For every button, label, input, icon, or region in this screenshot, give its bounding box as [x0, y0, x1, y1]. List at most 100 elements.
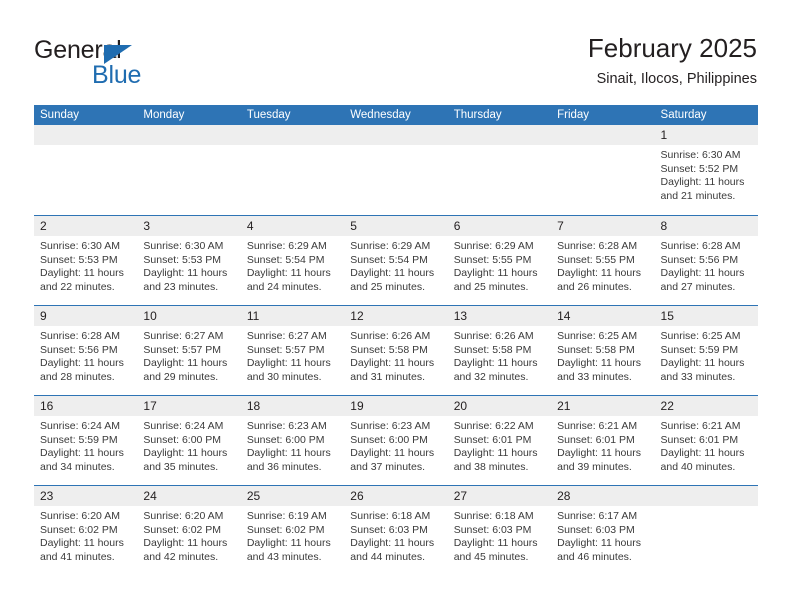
day-cell[interactable]: 25 Sunrise: 6:19 AM Sunset: 6:02 PM Dayligh…	[240, 486, 345, 575]
day-details: Sunrise: 6:18 AM Sunset: 6:03 PM Daylight:…	[448, 506, 551, 564]
sunset-text: Sunset: 5:58 PM	[453, 343, 532, 356]
daylight-text: Daylight: 11 hours and 44 minutes.	[350, 537, 435, 563]
day-cell[interactable]: 4 Sunrise: 6:29 AM Sunset: 5:54 PM Daylight…	[240, 216, 345, 305]
day-cell[interactable]: 20 Sunrise: 6:22 AM Sunset: 6:01 PM Dayligh…	[447, 396, 552, 485]
sunset-text: Sunset: 5:59 PM	[40, 433, 118, 446]
day-number: 10	[137, 306, 241, 326]
day-details: Sunrise: 6:25 AM Sunset: 5:58 PM Daylight:…	[551, 326, 654, 384]
day-details: Sunrise: 6:18 AM Sunset: 6:03 PM Daylight:…	[344, 506, 447, 564]
day-cell[interactable]: 26 Sunrise: 6:18 AM Sunset: 6:03 PM Dayligh…	[344, 486, 448, 575]
sunset-text: Sunset: 6:01 PM	[453, 433, 532, 446]
daylight-text: Daylight: 11 hours and 32 minutes.	[453, 357, 538, 383]
day-number: 19	[344, 396, 448, 416]
day-number: 24	[137, 486, 241, 506]
day-number: 17	[137, 396, 241, 416]
day-details: Sunrise: 6:30 AM Sunset: 5:53 PM Daylight:…	[137, 236, 240, 294]
day-number: 11	[240, 306, 345, 326]
sunrise-text: Sunrise: 6:26 AM	[453, 330, 534, 342]
day-number	[654, 486, 758, 506]
daylight-text: Daylight: 11 hours and 29 minutes.	[143, 357, 228, 383]
day-cell[interactable]: 21 Sunrise: 6:21 AM Sunset: 6:01 PM Dayligh…	[551, 396, 655, 485]
day-details: Sunrise: 6:29 AM Sunset: 5:54 PM Daylight:…	[344, 236, 447, 294]
day-cell[interactable]: 8 Sunrise: 6:28 AM Sunset: 5:56 PM Daylight…	[654, 216, 758, 305]
day-number: 5	[344, 216, 448, 236]
day-cell[interactable]: 22 Sunrise: 6:21 AM Sunset: 6:01 PM Dayligh…	[654, 396, 758, 485]
day-details: Sunrise: 6:17 AM Sunset: 6:03 PM Daylight:…	[551, 506, 654, 564]
day-number: 1	[654, 125, 758, 145]
day-cell[interactable]: 10 Sunrise: 6:27 AM Sunset: 5:57 PM Dayligh…	[137, 306, 241, 395]
day-details: Sunrise: 6:24 AM Sunset: 6:00 PM Daylight:…	[137, 416, 240, 474]
day-cell[interactable]: 12 Sunrise: 6:26 AM Sunset: 5:58 PM Dayligh…	[344, 306, 448, 395]
sunset-text: Sunset: 5:59 PM	[660, 343, 739, 356]
day-number: 12	[344, 306, 448, 326]
day-cell[interactable]: 6 Sunrise: 6:29 AM Sunset: 5:55 PM Daylight…	[447, 216, 552, 305]
day-cell[interactable]: 9 Sunrise: 6:28 AM Sunset: 5:56 PM Daylight…	[34, 306, 138, 395]
calendar-grid: Sunday Monday Tuesday Wednesday Thursday Frid…	[34, 105, 758, 575]
day-number: 20	[447, 396, 552, 416]
sunset-text: Sunset: 5:55 PM	[557, 253, 635, 266]
daylight-text: Daylight: 11 hours and 22 minutes.	[40, 267, 124, 293]
weekday-header-wednesday: Wednesday	[350, 109, 411, 121]
day-cell[interactable]: 17 Sunrise: 6:24 AM Sunset: 6:00 PM Dayligh…	[137, 396, 241, 485]
day-cell[interactable]: 28 Sunrise: 6:17 AM Sunset: 6:03 PM Dayligh…	[551, 486, 655, 575]
daylight-text: Daylight: 11 hours and 45 minutes.	[453, 537, 538, 563]
day-details: Sunrise: 6:20 AM Sunset: 6:02 PM Daylight:…	[34, 506, 137, 564]
sunrise-text: Sunrise: 6:20 AM	[143, 510, 224, 522]
daylight-text: Daylight: 11 hours and 35 minutes.	[143, 447, 228, 473]
day-details: Sunrise: 6:23 AM Sunset: 6:00 PM Daylight:…	[241, 416, 344, 474]
daylight-text: Daylight: 11 hours and 26 minutes.	[557, 267, 641, 293]
day-details: Sunrise: 6:26 AM Sunset: 5:58 PM Daylight:…	[448, 326, 551, 384]
sunset-text: Sunset: 6:00 PM	[143, 433, 222, 446]
day-cell[interactable]: 7 Sunrise: 6:28 AM Sunset: 5:55 PM Daylight…	[551, 216, 655, 305]
day-details: Sunrise: 6:25 AM Sunset: 5:59 PM Daylight:…	[655, 326, 758, 384]
day-cell[interactable]: 1 Sunrise: 6:30 AM Sunset: 5:52 PM Daylight…	[654, 125, 758, 215]
day-cell[interactable]: 11 Sunrise: 6:27 AM Sunset: 5:57 PM Dayligh…	[240, 306, 345, 395]
day-cell-empty	[654, 486, 758, 575]
sunset-text: Sunset: 5:57 PM	[143, 343, 222, 356]
sunrise-text: Sunrise: 6:21 AM	[660, 420, 741, 432]
daylight-text: Daylight: 11 hours and 39 minutes.	[557, 447, 641, 473]
daylight-text: Daylight: 11 hours and 46 minutes.	[557, 537, 641, 563]
day-number: 27	[447, 486, 552, 506]
daylight-text: Daylight: 11 hours and 24 minutes.	[246, 267, 331, 293]
sunset-text: Sunset: 6:02 PM	[40, 523, 118, 536]
day-cell[interactable]: 14 Sunrise: 6:25 AM Sunset: 5:58 PM Dayligh…	[551, 306, 655, 395]
day-details: Sunrise: 6:26 AM Sunset: 5:58 PM Daylight:…	[344, 326, 447, 384]
weekday-header-tuesday: Tuesday	[246, 109, 291, 121]
day-cell[interactable]: 15 Sunrise: 6:25 AM Sunset: 5:59 PM Dayligh…	[654, 306, 758, 395]
day-number: 7	[551, 216, 655, 236]
day-cell[interactable]: 23 Sunrise: 6:20 AM Sunset: 6:02 PM Dayligh…	[34, 486, 138, 575]
sunrise-text: Sunrise: 6:28 AM	[40, 330, 120, 342]
day-cell[interactable]: 3 Sunrise: 6:30 AM Sunset: 5:53 PM Daylight…	[137, 216, 241, 305]
day-details: Sunrise: 6:21 AM Sunset: 6:01 PM Daylight:…	[551, 416, 654, 474]
daylight-text: Daylight: 11 hours and 36 minutes.	[246, 447, 331, 473]
day-cell[interactable]: 18 Sunrise: 6:23 AM Sunset: 6:00 PM Dayligh…	[240, 396, 345, 485]
sunset-text: Sunset: 5:53 PM	[143, 253, 222, 266]
sunset-text: Sunset: 6:00 PM	[246, 433, 325, 446]
day-details: Sunrise: 6:30 AM Sunset: 5:52 PM Daylight:…	[655, 145, 758, 203]
sunset-text: Sunset: 5:56 PM	[660, 253, 739, 266]
weekday-header-friday: Friday	[557, 109, 590, 121]
day-number: 4	[240, 216, 345, 236]
day-number: 18	[240, 396, 345, 416]
day-cell[interactable]: 19 Sunrise: 6:23 AM Sunset: 6:00 PM Dayligh…	[344, 396, 448, 485]
day-cell[interactable]: 24 Sunrise: 6:20 AM Sunset: 6:02 PM Dayligh…	[137, 486, 241, 575]
day-cell[interactable]: 27 Sunrise: 6:18 AM Sunset: 6:03 PM Dayligh…	[447, 486, 552, 575]
page-subtitle: Sinait, Ilocos, Philippines	[596, 71, 757, 87]
day-cell[interactable]: 5 Sunrise: 6:29 AM Sunset: 5:54 PM Daylight…	[344, 216, 448, 305]
daylight-text: Daylight: 11 hours and 33 minutes.	[660, 357, 745, 383]
day-cell[interactable]: 13 Sunrise: 6:26 AM Sunset: 5:58 PM Dayligh…	[447, 306, 552, 395]
daylight-text: Daylight: 11 hours and 27 minutes.	[660, 267, 745, 293]
brand-name-blue: Blue	[92, 61, 142, 89]
day-cell-empty	[551, 125, 655, 215]
page-title: February 2025	[587, 33, 757, 63]
sunset-text: Sunset: 5:54 PM	[350, 253, 428, 266]
sunset-text: Sunset: 5:52 PM	[660, 162, 739, 175]
calendar-week-row: 2 Sunrise: 6:30 AM Sunset: 5:53 PM Daylight…	[34, 215, 758, 305]
day-cell[interactable]: 16 Sunrise: 6:24 AM Sunset: 5:59 PM Dayligh…	[34, 396, 138, 485]
sunrise-text: Sunrise: 6:21 AM	[557, 420, 638, 432]
day-details: Sunrise: 6:20 AM Sunset: 6:02 PM Daylight:…	[137, 506, 240, 564]
daylight-text: Daylight: 11 hours and 34 minutes.	[40, 447, 124, 473]
day-details: Sunrise: 6:21 AM Sunset: 6:01 PM Daylight:…	[655, 416, 758, 474]
day-cell[interactable]: 2 Sunrise: 6:30 AM Sunset: 5:53 PM Daylight…	[34, 216, 138, 305]
